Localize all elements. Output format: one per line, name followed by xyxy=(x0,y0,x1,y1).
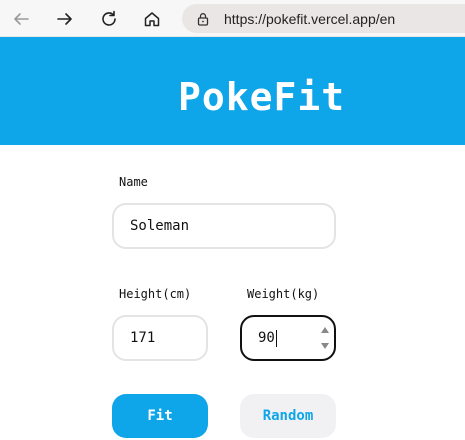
name-input[interactable]: Soleman xyxy=(112,203,336,249)
forward-icon xyxy=(57,13,72,25)
url-text: https://pokefit.vercel.app/en xyxy=(224,10,396,27)
home-button[interactable] xyxy=(139,6,165,32)
reload-button[interactable] xyxy=(96,6,122,32)
name-label: Name xyxy=(119,175,148,189)
spinner-up-icon[interactable] xyxy=(321,327,329,333)
fit-button[interactable]: Fit xyxy=(112,394,208,438)
reload-icon xyxy=(102,10,116,26)
number-spinner[interactable] xyxy=(321,327,329,349)
height-label: Height(cm) xyxy=(119,287,192,301)
address-bar[interactable]: https://pokefit.vercel.app/en xyxy=(182,4,465,33)
app-title: PokeFit xyxy=(178,75,346,119)
forward-button[interactable] xyxy=(52,6,78,32)
spinner-down-icon[interactable] xyxy=(321,343,329,349)
home-icon xyxy=(144,12,160,27)
lock-icon xyxy=(197,12,209,26)
weight-label: Weight(kg) xyxy=(247,287,320,301)
back-button[interactable] xyxy=(8,6,34,32)
back-icon xyxy=(14,13,29,25)
text-caret xyxy=(275,329,277,347)
weight-value: 90 xyxy=(258,330,275,346)
weight-input[interactable]: 90 xyxy=(240,315,336,361)
browser-toolbar: https://pokefit.vercel.app/en xyxy=(0,0,465,37)
height-input[interactable]: 171 xyxy=(112,315,208,361)
name-value: Soleman xyxy=(130,218,190,234)
height-value: 171 xyxy=(130,330,156,346)
random-button[interactable]: Random xyxy=(240,394,336,438)
